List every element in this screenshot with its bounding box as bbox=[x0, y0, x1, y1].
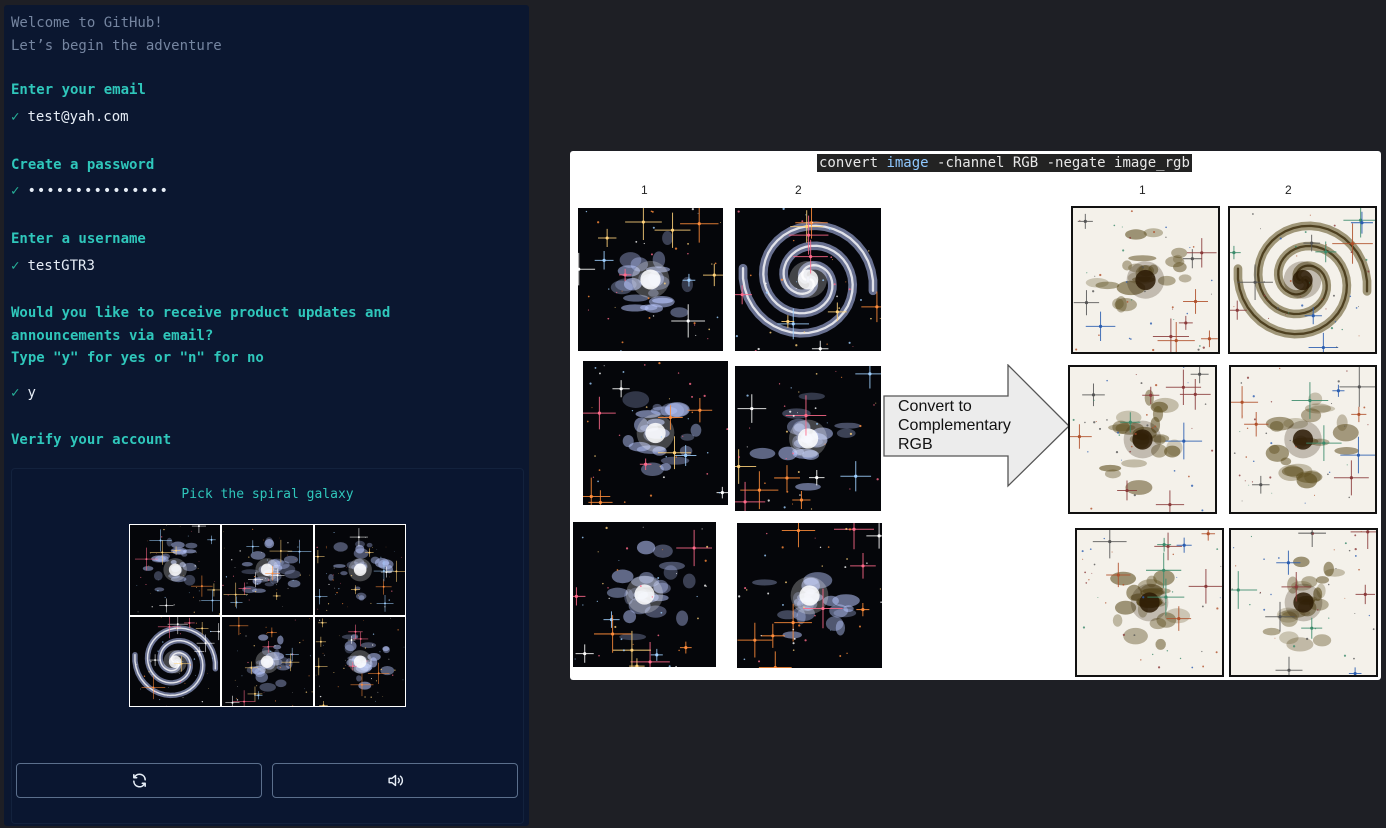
check-icon: ✓ bbox=[11, 109, 20, 125]
captcha-tile-2[interactable] bbox=[222, 525, 313, 615]
password-prompt: Create a password bbox=[11, 157, 155, 173]
right-column-number: 1 bbox=[1139, 183, 1146, 197]
password-value: ••••••••••••••• bbox=[27, 183, 169, 199]
speaker-icon bbox=[387, 774, 403, 787]
negated-spiral-galaxy-image bbox=[1228, 206, 1377, 354]
command-banner: convert image -channel RGB -negate image… bbox=[817, 154, 1192, 172]
negated-galaxy-image bbox=[1229, 365, 1377, 514]
galaxy-render bbox=[573, 522, 716, 667]
updates-prompt-line2: announcements via email? bbox=[11, 328, 214, 344]
captcha-tile-1[interactable] bbox=[130, 525, 221, 615]
arrow-label-line: Convert to bbox=[898, 398, 972, 415]
galaxy-render bbox=[1230, 208, 1375, 352]
email-prompt: Enter your email bbox=[11, 82, 146, 98]
galaxy-render bbox=[130, 525, 221, 615]
password-answer: ✓ ••••••••••••••• bbox=[11, 183, 169, 199]
captcha-tile-3[interactable] bbox=[314, 525, 405, 615]
galaxy-render bbox=[737, 523, 882, 668]
left-column-number: 2 bbox=[795, 183, 802, 197]
right-column-number: 2 bbox=[1285, 183, 1292, 197]
galaxy-render bbox=[130, 616, 221, 706]
galaxy-render bbox=[1231, 530, 1376, 675]
updates-value: y bbox=[27, 385, 36, 401]
galaxy-image bbox=[735, 366, 881, 511]
negated-galaxy-image bbox=[1071, 206, 1220, 354]
captcha-box: Pick the spiral galaxy bbox=[11, 468, 524, 824]
galaxy-render bbox=[1070, 367, 1215, 512]
username-prompt: Enter a username bbox=[11, 231, 146, 247]
welcome-text: Welcome to GitHub! bbox=[11, 15, 163, 31]
captcha-grid bbox=[129, 524, 406, 707]
check-icon: ✓ bbox=[11, 183, 20, 199]
arrow-label-line: Complementary bbox=[898, 417, 1011, 434]
negated-galaxy-image bbox=[1075, 528, 1224, 677]
captcha-tile-4[interactable] bbox=[130, 616, 221, 706]
captcha-instruction: Pick the spiral galaxy bbox=[181, 487, 354, 502]
captcha-tile-5[interactable] bbox=[222, 616, 313, 706]
left-column-number: 1 bbox=[641, 183, 648, 197]
username-answer: ✓ testGTR3 bbox=[11, 258, 95, 274]
check-icon: ✓ bbox=[11, 385, 20, 401]
command-part: convert bbox=[819, 155, 887, 171]
refresh-icon bbox=[132, 773, 146, 788]
verify-prompt: Verify your account bbox=[11, 432, 172, 448]
email-value: test@yah.com bbox=[27, 109, 129, 125]
galaxy-render bbox=[222, 616, 313, 706]
spiral-galaxy-image bbox=[735, 208, 881, 351]
updates-answer: ✓ y bbox=[11, 385, 36, 401]
galaxy-image bbox=[578, 208, 723, 351]
command-part: -channel RGB -negate image_rgb bbox=[928, 155, 1190, 171]
galaxy-render bbox=[583, 361, 728, 505]
arrow-label: Convert to Complementary RGB bbox=[898, 397, 1028, 454]
refresh-captcha-button[interactable] bbox=[16, 763, 262, 798]
adventure-text: Let’s begin the adventure bbox=[11, 38, 222, 54]
command-keyword: image bbox=[886, 155, 929, 171]
galaxy-render bbox=[735, 366, 881, 511]
galaxy-render bbox=[1073, 208, 1218, 352]
username-value: testGTR3 bbox=[27, 258, 95, 274]
arrow-label-line: RGB bbox=[898, 436, 933, 453]
audio-captcha-button[interactable] bbox=[272, 763, 518, 798]
galaxy-render bbox=[222, 525, 313, 615]
email-answer: ✓ test@yah.com bbox=[11, 109, 129, 125]
galaxy-render bbox=[314, 525, 405, 615]
galaxy-image bbox=[583, 361, 728, 505]
captcha-tile-6[interactable] bbox=[314, 616, 405, 706]
galaxy-image bbox=[737, 523, 882, 668]
galaxy-image bbox=[573, 522, 716, 667]
updates-prompt-line1: Would you like to receive product update… bbox=[11, 305, 391, 321]
updates-prompt-line3: Type "y" for yes or "n" for no bbox=[11, 350, 264, 366]
galaxy-render bbox=[578, 208, 723, 351]
galaxy-render bbox=[314, 616, 405, 706]
galaxy-render bbox=[735, 208, 881, 351]
negated-galaxy-image bbox=[1229, 528, 1378, 677]
galaxy-render bbox=[1231, 367, 1375, 512]
galaxy-render bbox=[1077, 530, 1222, 675]
signup-panel: Welcome to GitHub! Let’s begin the adven… bbox=[4, 5, 529, 826]
negated-galaxy-image bbox=[1068, 365, 1217, 514]
negate-figure: convert image -channel RGB -negate image… bbox=[570, 151, 1381, 680]
check-icon: ✓ bbox=[11, 258, 20, 274]
